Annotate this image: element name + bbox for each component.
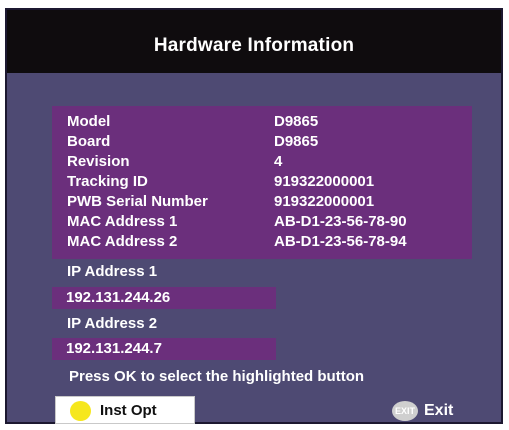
ip-address-1-label: IP Address 1 — [67, 263, 158, 280]
hardware-info-panel: Model D9865 Board D9865 Revision 4 Track… — [52, 106, 472, 259]
info-row-tracking-id: Tracking ID 919322000001 — [52, 172, 472, 192]
exit-key-icon[interactable]: EXIT — [392, 401, 418, 421]
info-value: AB-D1-23-56-78-94 — [274, 233, 407, 250]
inst-opt-label: Inst Opt — [100, 402, 157, 419]
info-value: 919322000001 — [274, 193, 375, 210]
info-label: Board — [67, 133, 111, 150]
ip-address-1-field[interactable]: 192.131.244.26 — [52, 287, 276, 309]
info-value: D9865 — [274, 133, 319, 150]
ip-address-2-field[interactable]: 192.131.244.7 — [52, 338, 276, 360]
header-bar: Hardware Information — [7, 10, 501, 73]
info-row-mac-2: MAC Address 2 AB-D1-23-56-78-94 — [52, 232, 472, 252]
info-label: Model — [67, 113, 111, 130]
page-title: Hardware Information — [153, 35, 355, 56]
info-value: 919322000001 — [274, 173, 375, 190]
info-label: MAC Address 1 — [67, 213, 178, 230]
info-label: PWB Serial Number — [67, 193, 208, 210]
instruction-text: Press OK to select the highlighted butto… — [69, 368, 365, 385]
info-row-mac-1: MAC Address 1 AB-D1-23-56-78-90 — [52, 212, 472, 232]
info-label: MAC Address 2 — [67, 233, 178, 250]
info-row-board: Board D9865 — [52, 132, 472, 152]
info-value: 4 — [274, 153, 283, 170]
inst-opt-button[interactable]: Inst Opt — [55, 396, 195, 424]
info-row-revision: Revision 4 — [52, 152, 472, 172]
ip-address-2-label: IP Address 2 — [67, 315, 158, 332]
hardware-info-screen: Hardware Information Model D9865 Board D… — [5, 8, 503, 424]
info-label: Tracking ID — [67, 173, 148, 190]
info-row-pwb-serial: PWB Serial Number 919322000001 — [52, 192, 472, 212]
info-row-model: Model D9865 — [52, 112, 472, 132]
info-value: AB-D1-23-56-78-90 — [274, 213, 407, 230]
yellow-button-icon — [70, 401, 91, 421]
exit-label[interactable]: Exit — [424, 401, 453, 421]
info-value: D9865 — [274, 113, 319, 130]
info-label: Revision — [67, 153, 130, 170]
